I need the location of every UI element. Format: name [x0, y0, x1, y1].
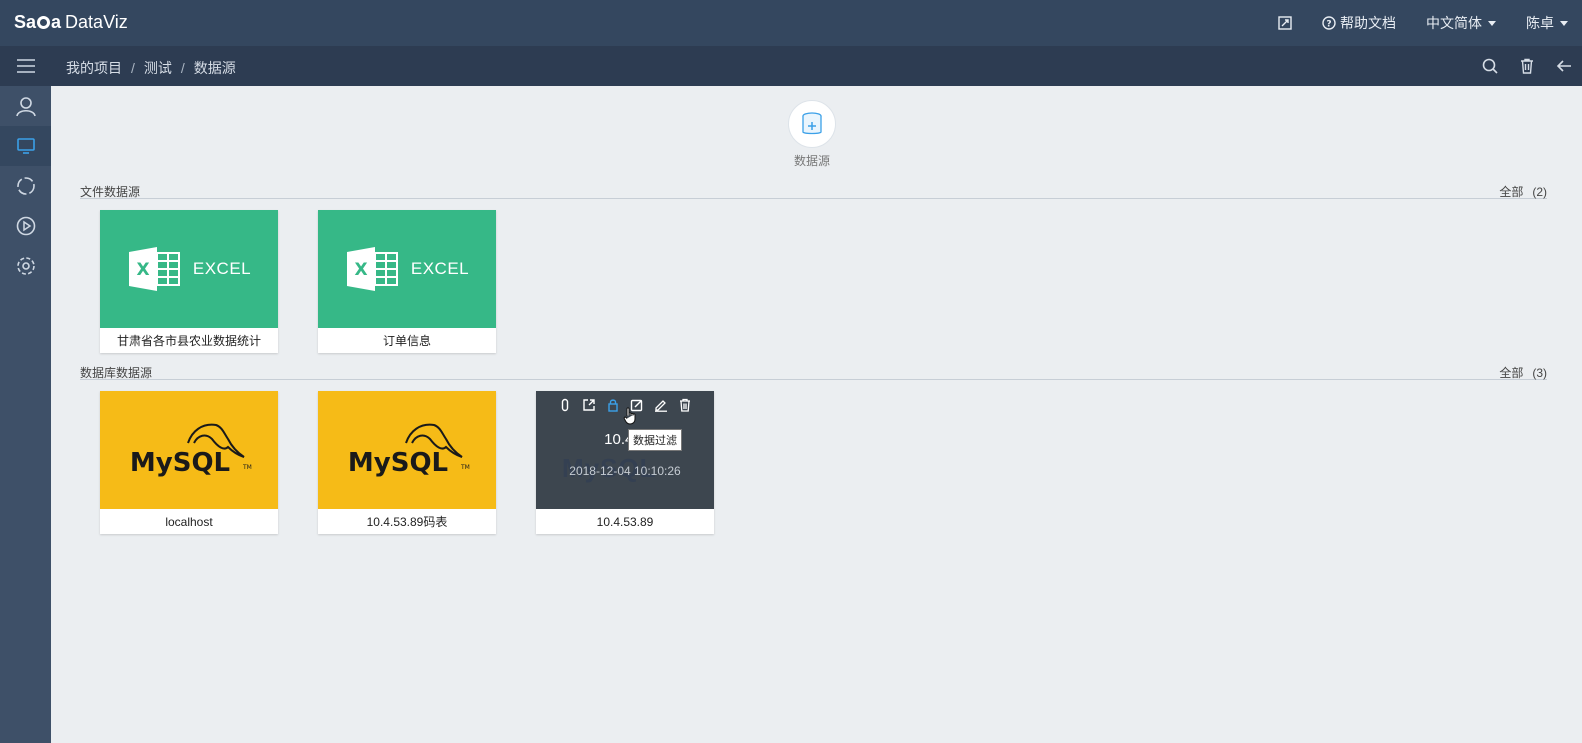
database-datasource-section-header: 数据库数据源 全部 (3) [80, 365, 1547, 380]
sidebar-item-play[interactable] [0, 206, 51, 246]
delete-button[interactable] [677, 397, 693, 413]
chevron-down-icon [1560, 20, 1568, 26]
language-dropdown[interactable]: 中文简体 [1426, 13, 1496, 33]
file-type-label: EXCEL [192, 259, 252, 278]
card-caption: 甘肃省各市县农业数据统计 [116, 334, 261, 348]
card-hover-overlay: MySQL 10.4.5 2018-12-04 10:10:26 数据过滤 [536, 391, 714, 509]
user-menu[interactable]: 陈卓 [1526, 13, 1568, 33]
search-icon [1482, 58, 1498, 74]
data-filter-button[interactable] [605, 397, 621, 413]
excel-icon: X [346, 247, 398, 291]
fullscreen-button[interactable] [1278, 16, 1292, 30]
card-hover-date: 2018-12-04 10:10:26 [569, 464, 681, 478]
svg-text:TM: TM [460, 464, 470, 471]
add-datasource-label: 数据源 [793, 154, 830, 168]
trash-button[interactable] [1517, 56, 1537, 76]
back-arrow-icon [1556, 60, 1571, 72]
database-section-all-link[interactable]: 全部 (3) [1499, 364, 1547, 381]
card-hover-title: 10.4.5 [604, 431, 646, 448]
attach-icon [561, 398, 569, 412]
mysql-logo-icon: MySQL TM [348, 423, 470, 478]
user-name: 陈卓 [1526, 15, 1554, 31]
search-button[interactable] [1480, 56, 1500, 76]
add-datasource-button[interactable] [788, 100, 836, 148]
trash-icon [1521, 58, 1533, 74]
datasource-card[interactable]: X EXCEL 订单信息 [318, 210, 496, 353]
cycle-icon [16, 177, 35, 195]
gear-icon [16, 257, 35, 275]
share-icon [583, 399, 595, 411]
help-label: 帮助文档 [1340, 15, 1396, 31]
file-datasource-section-header: 文件数据源 全部 (2) [80, 184, 1547, 199]
app-logo[interactable]: Sa a DataViz [14, 12, 128, 33]
excel-thumbnail: X EXCEL [318, 210, 496, 328]
count-badge: (2) [1532, 185, 1547, 199]
database-add-icon [802, 112, 822, 135]
mysql-thumbnail: MySQL TM [100, 391, 278, 509]
help-docs-link[interactable]: ? 帮助文档 [1322, 13, 1396, 33]
hand-cursor-icon [623, 407, 636, 425]
back-button[interactable] [1554, 56, 1574, 76]
datasource-card[interactable]: X EXCEL 甘肃省各市县农业数据统计 [100, 210, 278, 353]
menu-icon [16, 59, 35, 73]
card-caption: localhost [165, 515, 213, 529]
breadcrumb-datasource: 数据源 [193, 60, 236, 76]
excel-thumbnail: X EXCEL [100, 210, 278, 328]
mysql-thumbnail: MySQL TM [318, 391, 496, 509]
card-caption: 订单信息 [382, 334, 431, 348]
mysql-wordmark: MySQL [348, 448, 448, 478]
mysql-logo-icon: MySQL TM [130, 423, 252, 478]
chevron-down-icon [1488, 20, 1496, 26]
lock-icon [608, 399, 618, 412]
file-type-label: EXCEL [410, 259, 470, 278]
rename-button[interactable] [653, 397, 669, 413]
breadcrumb: 我的项目 / 测试 / 数据源 [66, 60, 236, 76]
breadcrumb-my-projects[interactable]: 我的项目 [66, 60, 122, 76]
user-icon [15, 97, 36, 117]
sidebar-item-user[interactable] [0, 86, 51, 126]
datasource-card[interactable]: MySQL TM localhost [100, 391, 278, 534]
datasource-card-hovered[interactable]: MySQL 10.4.5 2018-12-04 10:10:26 数据过滤 10… [536, 391, 714, 534]
svg-text:?: ? [1326, 20, 1331, 30]
breadcrumb-bar: 我的项目 / 测试 / 数据源 [51, 46, 1582, 86]
sidebar-item-settings[interactable] [0, 246, 51, 286]
card-caption: 10.4.53.89码表 [366, 515, 448, 529]
expand-icon [1278, 16, 1292, 30]
svg-text:TM: TM [242, 464, 252, 471]
delete-icon [680, 398, 690, 412]
mysql-wordmark: MySQL [130, 448, 230, 478]
sidebar [0, 46, 51, 743]
language-label: 中文简体 [1426, 15, 1482, 31]
share-button[interactable] [581, 397, 597, 413]
monitor-icon [16, 138, 35, 154]
all-label: 全部 [1499, 366, 1524, 380]
pen-icon [655, 400, 667, 412]
svg-text:X: X [354, 260, 367, 280]
play-icon [16, 216, 35, 236]
attach-button[interactable] [557, 397, 573, 413]
main-content: 数据源 文件数据源 全部 (2) X EXCEL 甘肃省各市县农业数据统计 X E… [51, 86, 1582, 743]
sidebar-item-cycle[interactable] [0, 166, 51, 206]
datasource-card[interactable]: MySQL TM 10.4.53.89码表 [318, 391, 496, 534]
menu-toggle-button[interactable] [0, 46, 51, 86]
all-label: 全部 [1499, 185, 1524, 199]
help-icon: ? [1322, 16, 1336, 30]
file-section-all-link[interactable]: 全部 (2) [1499, 183, 1547, 200]
sidebar-item-datasource[interactable] [0, 126, 51, 166]
section-title: 数据库数据源 [80, 366, 153, 380]
tooltip: 数据过滤 [628, 429, 682, 451]
top-header: Sa a DataViz ? 帮助文档 中文简体 陈卓 [0, 0, 1582, 46]
count-badge: (3) [1532, 366, 1547, 380]
excel-icon: X [128, 247, 180, 291]
breadcrumb-test[interactable]: 测试 [144, 60, 172, 76]
card-caption: 10.4.53.89 [596, 515, 654, 529]
section-title: 文件数据源 [80, 185, 141, 199]
svg-text:X: X [136, 260, 149, 280]
